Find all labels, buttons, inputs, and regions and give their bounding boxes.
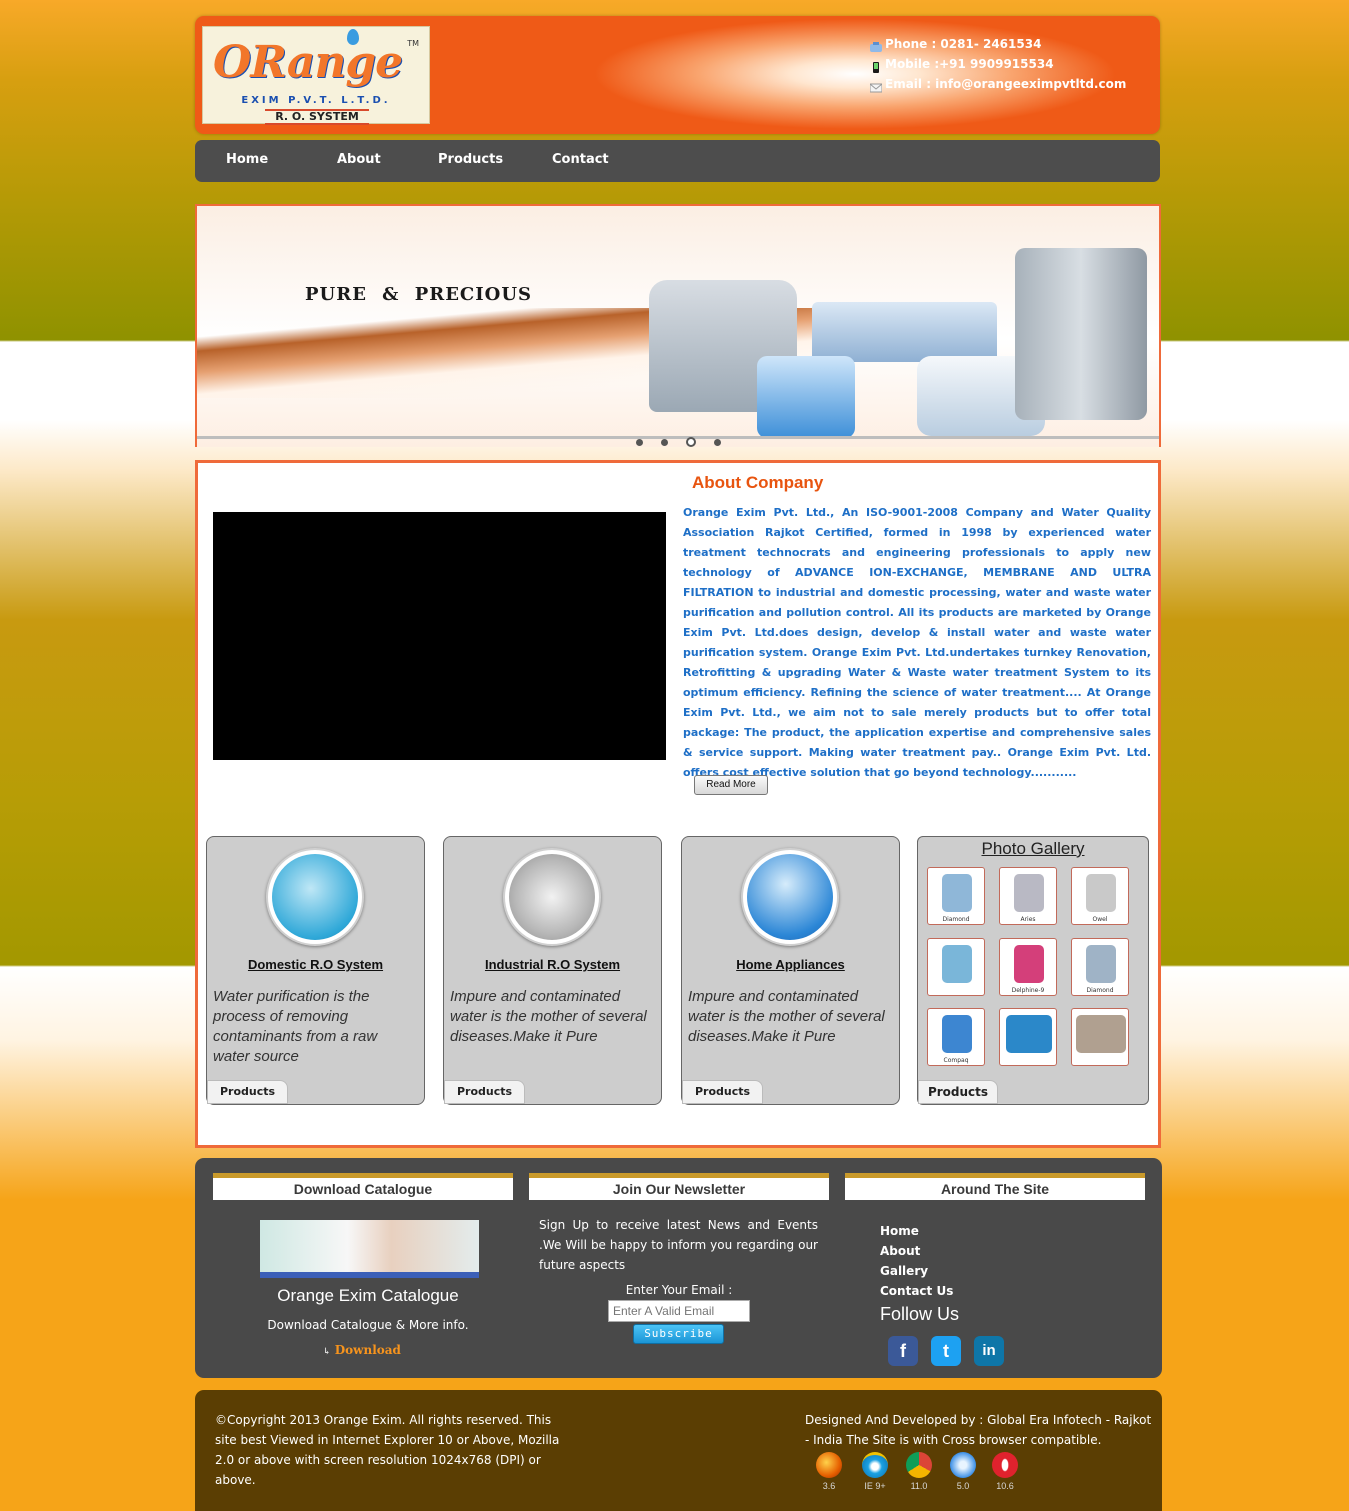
mobile-number: Mobile :+91 9909915534 [885, 57, 1054, 71]
newsletter-heading: Join Our Newsletter [529, 1173, 829, 1200]
purifier-blue-image [757, 356, 855, 438]
slide-dot-2[interactable] [661, 438, 668, 446]
newsletter-email-input[interactable] [608, 1300, 750, 1322]
slider-dots [636, 437, 721, 447]
card-title[interactable]: Industrial R.O System [444, 957, 661, 972]
download-label: Download [334, 1343, 401, 1357]
download-arrow-icon: ↳ [323, 1347, 331, 1357]
water-dispenser-image [1015, 248, 1147, 420]
logo-subtitle: EXIM P.V.T. L.T.D. [241, 95, 391, 106]
products-button[interactable]: Products [682, 1080, 763, 1104]
card-title[interactable]: Home Appliances [682, 957, 899, 972]
footer-link-contact[interactable]: Contact Us [880, 1281, 953, 1301]
gallery-thumb[interactable]: Diamond [927, 867, 985, 925]
nav-products[interactable]: Products [438, 152, 503, 167]
card-home-appliances: Home Appliances Impure and contaminated … [681, 836, 900, 1105]
download-link[interactable]: ↳ Download [323, 1343, 401, 1357]
catalogue-image[interactable] [260, 1220, 479, 1278]
subscribe-button[interactable]: Subscribe [633, 1324, 724, 1344]
email-row: Email : info@orangeeximpvtltd.com [869, 74, 1126, 94]
facebook-icon[interactable]: f [888, 1336, 918, 1366]
linkedin-icon[interactable]: in [974, 1336, 1004, 1366]
products-button[interactable]: Products [444, 1080, 525, 1104]
chrome-icon: 11.0 [904, 1452, 934, 1491]
contact-info: Phone : 0281- 2461534 Mobile :+91 990991… [869, 34, 1126, 94]
catalogue-subtitle: Download Catalogue & More info. [267, 1318, 469, 1332]
domestic-ro-image [266, 848, 364, 946]
footer-link-about[interactable]: About [880, 1241, 953, 1261]
catalogue-heading: Download Catalogue [213, 1173, 513, 1200]
slide-dot-3[interactable] [686, 437, 696, 447]
nav-contact[interactable]: Contact [552, 152, 609, 167]
hero-slider: PURE & PRECIOUS [195, 204, 1161, 447]
slide-dot-1[interactable] [636, 438, 643, 446]
opera-icon: 10.6 [990, 1452, 1020, 1491]
email-address[interactable]: Email : info@orangeeximpvtltd.com [885, 74, 1126, 94]
photo-gallery: Photo Gallery Diamond Aries Owel Delphin… [917, 836, 1149, 1105]
card-industrial-ro: Industrial R.O System Impure and contami… [443, 836, 662, 1105]
trademark: TM [407, 39, 419, 48]
nav-home[interactable]: Home [226, 152, 268, 167]
about-heading: About Company [692, 473, 824, 492]
safari-icon: 5.0 [948, 1452, 978, 1491]
around-links: Home About Gallery Contact Us [880, 1221, 953, 1301]
firefox-icon: 3.6 [814, 1452, 844, 1491]
slide-dot-4[interactable] [714, 438, 721, 446]
gallery-thumb[interactable] [999, 1008, 1057, 1066]
gallery-thumb[interactable]: Delphine-9 [999, 938, 1057, 996]
products-button[interactable]: Products [207, 1080, 288, 1104]
browser-version: IE 9+ [864, 1481, 886, 1491]
banner-slogan: PURE & PRECIOUS [305, 284, 533, 305]
gallery-thumb[interactable]: Aries [999, 867, 1057, 925]
gallery-thumb[interactable] [927, 938, 985, 996]
phone-icon [870, 39, 882, 52]
follow-us-heading: Follow Us [880, 1304, 960, 1324]
company-logo[interactable]: ORange TM EXIM P.V.T. L.T.D. R. O. SYSTE… [202, 26, 430, 125]
logo-tagline: R. O. SYSTEM [265, 109, 369, 125]
gallery-thumb[interactable]: Owel [1071, 867, 1129, 925]
main-navigation: Home About Products Contact [195, 140, 1160, 182]
ro-unit-image [812, 302, 997, 362]
browser-version: 10.6 [996, 1481, 1014, 1491]
catalogue-title: Orange Exim Catalogue [277, 1286, 459, 1305]
site-header: ORange TM EXIM P.V.T. L.T.D. R. O. SYSTE… [195, 16, 1160, 134]
phone-number: Phone : 0281- 2461534 [885, 37, 1042, 51]
phone-row: Phone : 0281- 2461534 [870, 34, 1126, 54]
read-more-button[interactable]: Read More [694, 775, 768, 795]
gallery-title[interactable]: Photo Gallery [918, 839, 1148, 859]
card-description: Impure and contaminated water is the mot… [688, 988, 885, 1045]
gallery-thumb[interactable] [1071, 1008, 1129, 1066]
card-description: Impure and contaminated water is the mot… [450, 988, 647, 1045]
video-player[interactable] [213, 512, 666, 760]
around-heading: Around The Site [845, 1173, 1145, 1200]
home-appliances-image [741, 848, 839, 946]
footer-link-gallery[interactable]: Gallery [880, 1261, 953, 1281]
copyright-text: ©Copyright 2013 Orange Exim. All rights … [215, 1413, 560, 1487]
developer-credit: Designed And Developed by : Global Era I… [805, 1413, 1152, 1447]
gallery-thumb[interactable]: Compaq [927, 1008, 985, 1066]
about-paragraph: Orange Exim Pvt. Ltd., An ISO-9001-2008 … [683, 506, 1151, 779]
card-title[interactable]: Domestic R.O System [207, 957, 424, 972]
newsletter-description: Sign Up to receive latest News and Event… [539, 1218, 818, 1272]
twitter-icon[interactable]: t [931, 1336, 961, 1366]
browser-version: 5.0 [956, 1481, 970, 1491]
footer-link-home[interactable]: Home [880, 1221, 953, 1241]
nav-about[interactable]: About [337, 152, 381, 167]
card-description: Water purification is the process of rem… [213, 988, 378, 1065]
logo-wordmark: ORange [213, 37, 403, 88]
industrial-ro-image [503, 848, 601, 946]
ie-icon: IE 9+ [860, 1452, 890, 1491]
mobile-row: Mobile :+91 9909915534 [870, 54, 1126, 74]
email-label: Enter Your Email : [625, 1283, 733, 1297]
card-domestic-ro: Domestic R.O System Water purification i… [206, 836, 425, 1105]
gallery-thumb[interactable]: Diamond [1071, 938, 1129, 996]
browser-version: 3.6 [822, 1481, 836, 1491]
mobile-icon [870, 59, 882, 73]
browser-version: 11.0 [910, 1481, 928, 1491]
email-icon [869, 79, 883, 92]
products-button[interactable]: Products [918, 1080, 998, 1104]
